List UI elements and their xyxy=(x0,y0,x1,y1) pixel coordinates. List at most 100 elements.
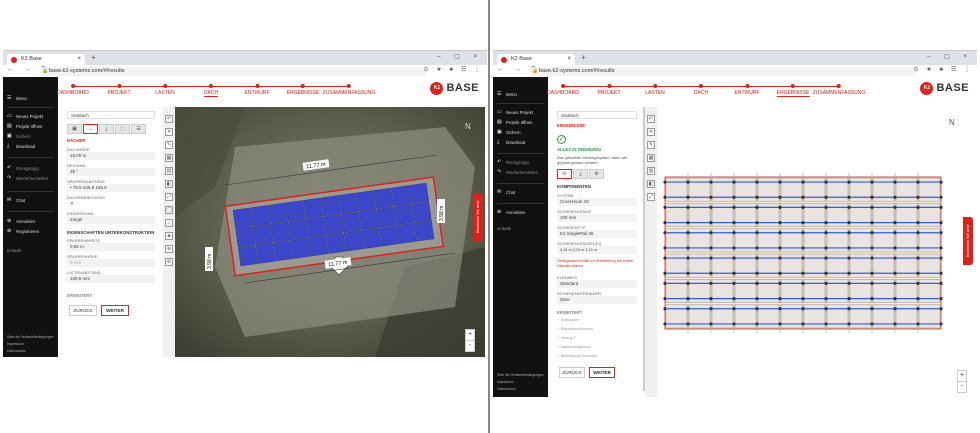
solar-panel[interactable] xyxy=(343,230,364,252)
solar-panel[interactable] xyxy=(356,190,377,212)
sidebar-item-download[interactable]: ⤓ Download xyxy=(497,139,525,146)
map-tool-0-icon[interactable]: ↶ xyxy=(647,115,655,123)
progress-step-dach[interactable]: DACH xyxy=(203,80,219,97)
map-tool-6-icon[interactable]: ⤢ xyxy=(647,193,655,201)
rail-connector-select[interactable]: Zwei xyxy=(557,296,637,304)
solar-panel[interactable] xyxy=(268,202,288,224)
tab-close-icon[interactable]: × xyxy=(77,54,81,65)
tab-close-icon[interactable]: × xyxy=(567,54,571,65)
url-input[interactable]: 🔒 base.k2-systems.com/#/results xyxy=(529,67,917,76)
roof-covering-toggle[interactable]: ✕ xyxy=(67,200,155,208)
solar-panel[interactable] xyxy=(326,232,347,254)
sidebar-item-login[interactable]: ⊕ Anmelden xyxy=(497,209,525,216)
section-advanced[interactable]: ERWEITERT xyxy=(67,293,92,298)
feedback-tab[interactable]: Bewerten Sie uns! xyxy=(963,217,973,265)
slope-field[interactable]: 35 ° xyxy=(67,168,155,176)
solar-panel[interactable] xyxy=(238,245,258,267)
rafter-spacing-field[interactable]: • 78,5 346,8 106,9 xyxy=(67,184,155,192)
solar-panel[interactable] xyxy=(235,226,256,248)
sidebar-item-redo[interactable]: ↷ Wiederherstellen xyxy=(7,175,48,182)
solar-panel[interactable] xyxy=(379,225,399,247)
batten-spacing-field[interactable]: 340,5 mm xyxy=(67,275,155,283)
progress-step-dashboard[interactable]: DASHBOARD xyxy=(57,80,89,96)
zoom-in-button[interactable]: + xyxy=(466,330,474,340)
sidebar-item-new-project[interactable]: ▭ Neues Projekt xyxy=(497,109,533,116)
roof-download-icon[interactable]: ⤓ xyxy=(99,124,114,134)
solar-panel[interactable] xyxy=(409,182,429,204)
roof-house-icon[interactable]: ⌂ xyxy=(83,124,98,134)
solar-panel[interactable] xyxy=(391,185,412,207)
progress-step-lasten[interactable]: LASTEN xyxy=(155,80,175,96)
map-tool-1-icon[interactable]: ✕ xyxy=(647,128,655,136)
solar-panel[interactable] xyxy=(232,207,253,229)
sidebar-item-save[interactable]: ▣ Sichern xyxy=(7,133,31,140)
checkbox-offset[interactable]: ✓ Verzug Z xyxy=(557,336,575,340)
footer-link-terms[interactable]: Über die Verkaufsbedingungen xyxy=(7,335,54,339)
sidebar-item-chat[interactable]: ✉ Chat xyxy=(497,189,515,196)
solar-panel[interactable] xyxy=(373,187,394,209)
map-tool-2-icon[interactable]: ✎ xyxy=(647,141,655,149)
solar-panel[interactable] xyxy=(250,205,271,227)
extension-icons[interactable]: ⊙ ★ ♣ ☰ ⋮ xyxy=(424,66,483,73)
rail-layout-view[interactable]: N xyxy=(659,107,977,397)
solar-panel[interactable] xyxy=(308,235,329,257)
sidebar-item-open-project[interactable]: ▤ Projekt öffnen xyxy=(7,123,42,130)
solar-panel[interactable] xyxy=(320,195,341,217)
footer-link-privacy[interactable]: Datenschutz xyxy=(497,387,516,391)
next-button[interactable]: WEITER xyxy=(101,305,129,316)
covering-select[interactable]: Ziegel xyxy=(67,216,155,224)
rafter-height-field[interactable]: 0 mm xyxy=(67,259,155,267)
progress-step-entwurf[interactable]: ENTWURF xyxy=(735,80,760,96)
zoom-out-button[interactable]: - xyxy=(466,340,474,351)
solar-panel[interactable] xyxy=(338,192,359,214)
map-tool-11-icon[interactable]: ⚙ xyxy=(165,258,173,266)
rail-lengths-field[interactable]: 3,15 m 3,15 m 3,15 m xyxy=(557,246,637,254)
sidebar-item-undo[interactable]: ↶ Rückgängig xyxy=(7,165,39,172)
map-tool-3-icon[interactable]: ▦ xyxy=(647,154,655,162)
map-tool-5-icon[interactable]: ◧ xyxy=(647,180,655,188)
solar-panel[interactable] xyxy=(414,220,435,242)
new-tab-icon[interactable]: + xyxy=(581,53,586,62)
checkbox-cable-management[interactable]: ✓ Kabelmanagement xyxy=(557,345,591,349)
progress-step-projekt[interactable]: PROJEKT xyxy=(107,80,131,96)
back-button[interactable]: ZURÜCK xyxy=(69,305,97,316)
progress-step-entwurf[interactable]: ENTWURF xyxy=(245,80,270,96)
back-button[interactable]: ZURÜCK xyxy=(559,367,585,378)
menu-button[interactable]: ☰ Menü xyxy=(497,91,517,98)
solar-panel[interactable] xyxy=(341,211,362,233)
map-tool-8-icon[interactable]: ⌂ xyxy=(165,219,173,227)
map-tool-7-icon[interactable]: ◯ xyxy=(165,206,173,214)
map-tool-9-icon[interactable]: ◈ xyxy=(165,232,173,240)
progress-step-zusammenfassung[interactable]: ZUSAMMENFASSUNG xyxy=(323,80,375,96)
result-settings-icon[interactable]: ⚙ xyxy=(589,169,604,179)
footer-link-privacy[interactable]: Datenschutz xyxy=(7,349,26,353)
sidebar-item-login[interactable]: ⊕ Anmelden xyxy=(7,218,35,225)
new-tab-icon[interactable]: + xyxy=(91,53,96,62)
roof-frame-icon[interactable]: ⬚ xyxy=(115,124,130,134)
solar-panel[interactable] xyxy=(253,224,273,245)
roof-height-field[interactable]: 18,00 m xyxy=(67,152,155,160)
sidebar-item-chat[interactable]: ✉ Chat xyxy=(7,197,25,204)
zoom-out-button[interactable]: - xyxy=(958,381,966,392)
solar-panel[interactable] xyxy=(361,227,382,249)
solar-panel[interactable] xyxy=(270,221,291,243)
menu-button[interactable]: ☰ Menü xyxy=(7,95,27,102)
feedback-tab[interactable]: Bewerten Sie uns! xyxy=(473,193,483,241)
window-controls[interactable]: – ▢ × xyxy=(927,53,973,60)
map-tool-1-icon[interactable]: ✕ xyxy=(165,128,173,136)
solar-panel[interactable] xyxy=(411,201,432,223)
map-tool-5-icon[interactable]: ◧ xyxy=(165,180,173,188)
progress-step-lasten[interactable]: LASTEN xyxy=(645,80,665,96)
footer-link-terms[interactable]: Über die Verkaufsbedingungen xyxy=(497,373,544,377)
result-download-icon[interactable]: ⤓ xyxy=(573,169,588,179)
sidebar-item-new-project[interactable]: ▭ Neues Projekt xyxy=(7,113,43,120)
sidebar-item-undo[interactable]: ↶ Rückgängig xyxy=(497,159,529,166)
progress-step-zusammenfassung[interactable]: ZUSAMMENFASSUNG xyxy=(813,80,865,96)
roof-select[interactable]: Süddach xyxy=(557,111,637,119)
solar-panel[interactable] xyxy=(358,209,379,231)
sidebar-item-save[interactable]: ▣ Sichern xyxy=(497,129,521,136)
roof-select[interactable]: Süddach xyxy=(67,111,155,119)
progress-step-ergebnisse[interactable]: ERGEBNISSE xyxy=(287,80,319,96)
rail-type-select[interactable]: K2 SingleRail 36 xyxy=(557,230,637,238)
map-tool-6-icon[interactable]: ⤢ xyxy=(165,193,173,201)
